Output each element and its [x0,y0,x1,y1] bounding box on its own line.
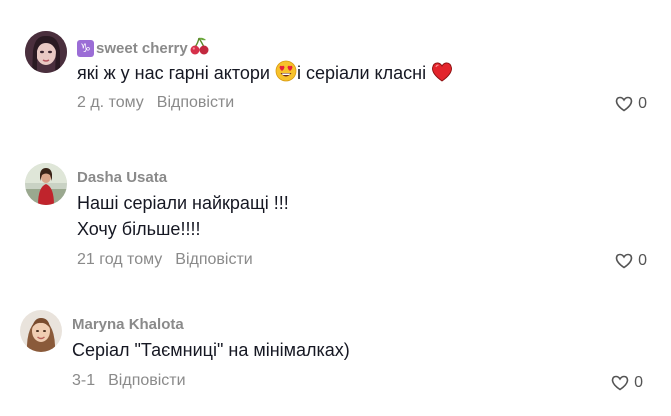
comment-text-line: Наші серіали найкращі !!! [77,193,289,213]
reply-button[interactable]: Відповісти [175,251,252,268]
like-count: 0 [638,252,647,269]
username-text: sweet cherry [96,39,188,57]
username[interactable]: Maryna Khalota [72,316,184,333]
like-count: 0 [634,374,643,391]
username[interactable]: Dasha Usata [77,169,167,186]
comment-time: 3-1 [72,372,96,389]
heart-outline-icon [611,375,629,391]
avatar[interactable] [25,163,67,205]
like-button[interactable]: 0 [615,252,647,270]
avatar[interactable] [25,31,67,73]
comment-text-line: Хочу більше!!!! [77,219,201,239]
comment-text: які ж у нас гарні актори і серіали класн… [77,60,453,89]
comments-list: ♑ sweet cherry які ж у нас гарні актори [0,0,671,416]
reply-button[interactable]: Відповісти [108,372,185,389]
red-heart-emoji [431,62,453,89]
username[interactable]: ♑ sweet cherry [77,37,209,59]
comment-time: 21 год тому [77,251,163,268]
avatar[interactable] [20,310,62,352]
comment-text-line: Серіал "Таємниці" на мінімалках) [72,340,350,360]
capricorn-icon: ♑ [77,39,94,57]
comment-meta: 2 д. тому Відповісти [77,94,234,112]
heart-outline-icon [615,96,633,112]
like-button[interactable]: 0 [615,95,647,113]
like-button[interactable]: 0 [611,374,643,392]
heart-eyes-emoji [275,60,297,89]
comment-time: 2 д. тому [77,94,144,111]
comment-meta: 21 год тому Відповісти [77,251,253,269]
comment-text-part: і серіали класні [296,63,432,83]
comment-text: Наші серіали найкращі !!! Хочу більше!!!… [77,190,289,242]
username-text: Dasha Usata [77,169,168,186]
reply-button[interactable]: Відповісти [157,94,234,111]
username-text: Maryna Khalota [72,316,184,333]
comment-meta: 3-1 Відповісти [72,372,186,390]
cherries-icon [190,37,209,59]
comment-text-part: які ж у нас гарні актори [77,63,275,83]
comment-text: Серіал "Таємниці" на мінімалках) [72,337,350,363]
like-count: 0 [638,95,647,112]
heart-outline-icon [615,253,633,269]
